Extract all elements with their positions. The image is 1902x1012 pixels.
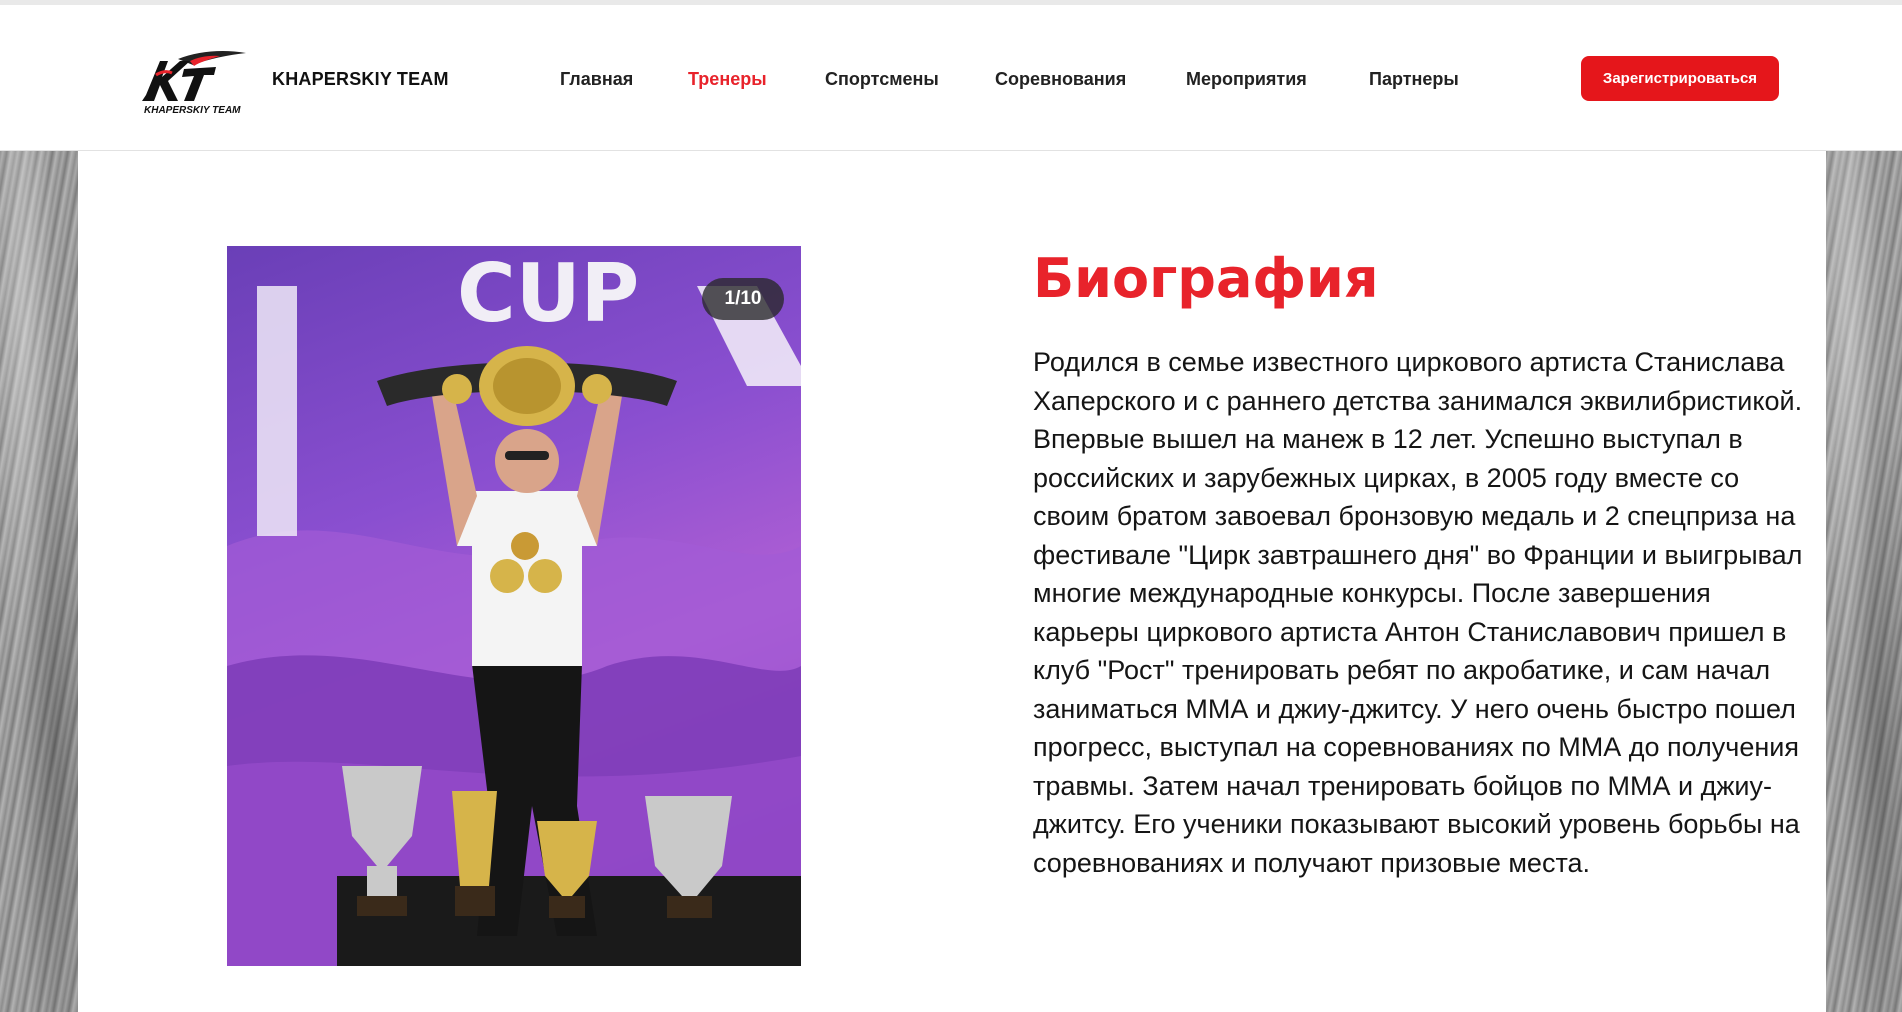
photo-counter: 1/10 [702, 278, 784, 320]
team-logo[interactable]: KHAPERSKIY TEAM [138, 49, 248, 119]
nav-athletes[interactable]: Спортсмены [825, 69, 939, 90]
nav-home[interactable]: Главная [560, 69, 633, 90]
nav-partners[interactable]: Партнеры [1369, 69, 1459, 90]
site-header: KHAPERSKIY TEAM KHAPERSKIY TEAM Главная … [0, 5, 1902, 151]
trainer-photo: CUP [227, 247, 801, 966]
biography-title: Биография [1033, 247, 1379, 310]
kt-logo-icon: KHAPERSKIY TEAM [142, 51, 246, 116]
register-button[interactable]: Зарегистрироваться [1581, 56, 1779, 101]
trainer-profile: CUP 1/10 Биография Родился в семье извес… [78, 151, 1826, 1012]
biography-text: Родился в семье известного циркового арт… [1033, 347, 1803, 878]
trainer-photo-gallery[interactable]: CUP 1/10 [227, 246, 801, 966]
logo-caption: KHAPERSKIY TEAM [144, 105, 241, 116]
background-texture-right [1826, 151, 1902, 1012]
nav-trainers[interactable]: Тренеры [688, 69, 767, 90]
backdrop-text: CUP [457, 247, 639, 340]
brand-name[interactable]: KHAPERSKIY TEAM [272, 69, 449, 90]
background-texture-left [0, 151, 78, 1012]
nav-events[interactable]: Мероприятия [1186, 69, 1307, 90]
nav-competitions[interactable]: Соревнования [995, 69, 1126, 90]
